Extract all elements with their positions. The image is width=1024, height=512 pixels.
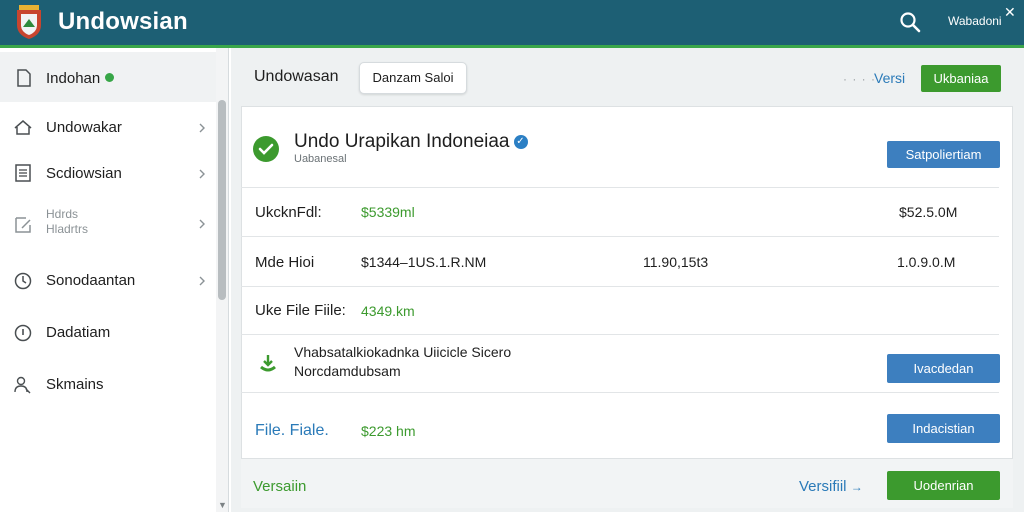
- file-label: File. Fiale.: [255, 422, 329, 439]
- chevron-right-icon: [199, 123, 205, 133]
- check-circle-icon: [253, 136, 279, 162]
- sidebar-item-scdiowsian[interactable]: Scdiowsian: [0, 152, 216, 198]
- sidebar-item-label: Undowakar: [46, 119, 122, 136]
- card-action-button[interactable]: Satpoliertiam: [887, 141, 1000, 168]
- scroll-down-icon[interactable]: ▼: [218, 500, 227, 510]
- footer-primary-button[interactable]: Uodenrian: [887, 471, 1000, 500]
- app-header: Undowsian Wabadoni ✕: [0, 0, 1024, 47]
- file-action-button[interactable]: Indacistian: [887, 414, 1000, 443]
- upload-icon: [260, 355, 276, 372]
- upload-subtitle: Norcdamdubsam: [294, 363, 401, 379]
- upload-title: Vhabsatalkiokadnka Uiicicle Sicero: [294, 344, 512, 360]
- sidebar-item-dadatiam[interactable]: Dadatiam: [0, 310, 216, 360]
- sidebar: Indohan Undowakar Scdiowsian Hdrds Hladr…: [0, 48, 229, 512]
- home-icon: [14, 120, 32, 135]
- row-divider: [241, 334, 999, 335]
- sidebar-item-label: Hdrds: [46, 207, 79, 221]
- sidebar-item-label: Dadatiam: [46, 324, 111, 341]
- chevron-right-icon: [199, 169, 205, 179]
- row-value-mid: 11.90,15t3: [643, 254, 709, 270]
- versi-link[interactable]: Versi: [874, 70, 905, 86]
- row-divider: [241, 187, 999, 188]
- close-icon[interactable]: ✕: [1004, 4, 1016, 21]
- row-value-right: 1.0.9.0.M: [897, 254, 956, 270]
- sidebar-item-label: Scdiowsian: [46, 165, 122, 182]
- card-subtitle: Uabanesal: [294, 153, 347, 165]
- sidebar-scroll-thumb[interactable]: [218, 100, 226, 300]
- search-icon[interactable]: [898, 10, 924, 36]
- row-value: 4349.km: [361, 303, 415, 319]
- toolbar-separator-dots: · · · ·: [843, 72, 876, 86]
- info-icon: [14, 324, 32, 342]
- file-value: $223 hm: [361, 423, 416, 439]
- row-label: Uke File Fiile:: [255, 302, 346, 319]
- toolbar-title: Undowasan: [254, 68, 339, 85]
- chevron-right-icon: [199, 219, 205, 229]
- sidebar-item-undowakar[interactable]: Undowakar: [0, 102, 216, 152]
- row-divider: [241, 392, 999, 393]
- card-title-text: Undo Urapikan Indoneiaa: [294, 131, 510, 152]
- sidebar-item-hdrds[interactable]: Hdrds Hladrtrs: [0, 198, 216, 252]
- tab-danzam-saloi[interactable]: Danzam Saloi: [359, 62, 467, 94]
- sidebar-item-label: Indohan: [46, 70, 101, 87]
- logo-icon: [17, 5, 41, 39]
- row-value: $1344–1US.1.R.NM: [361, 254, 487, 270]
- footer-link-label: Versifiil: [799, 478, 847, 495]
- toolbar-primary-button[interactable]: Ukbaniaa: [921, 65, 1001, 92]
- sidebar-item-sublabel: Hladrtrs: [46, 222, 89, 236]
- row-value: $5339ml: [361, 204, 415, 220]
- list-icon: [15, 164, 31, 182]
- clock-icon: [14, 272, 32, 290]
- main-panel: Undowasan Danzam Saloi · · · · Versi Ukb…: [231, 48, 1024, 512]
- row-divider: [241, 286, 999, 287]
- document-icon: [17, 69, 31, 87]
- chevron-right-icon: [199, 276, 205, 286]
- sidebar-item-skmains[interactable]: Skmains: [0, 362, 216, 412]
- row-label: UkcknFdl:: [255, 204, 322, 221]
- verified-badge-icon: ✓: [513, 135, 528, 149]
- row-divider: [241, 236, 999, 237]
- app-title: Undowsian: [58, 8, 188, 35]
- row-label: Mde Hioi: [255, 254, 315, 271]
- user-name[interactable]: Wabadoni: [948, 14, 1002, 28]
- edit-icon: [15, 217, 31, 233]
- sidebar-item-label: Sonodaantan: [46, 272, 136, 289]
- users-icon: [14, 376, 31, 394]
- card-title: Undo Urapikan Indoneiaa ✓: [294, 131, 528, 153]
- online-status-dot: [105, 73, 115, 82]
- sidebar-item-indohan[interactable]: Indohan: [0, 52, 216, 102]
- arrow-right-icon: →: [850, 480, 863, 494]
- sidebar-item-sonodaantan[interactable]: Sonodaantan: [0, 258, 216, 308]
- row-value-right: $52.5.0M: [899, 204, 958, 220]
- sidebar-item-label: Skmains: [46, 376, 104, 393]
- upload-action-button[interactable]: Ivacdedan: [887, 354, 1000, 383]
- footer-version-label: Versaiin: [253, 478, 307, 495]
- footer-versifiil-link[interactable]: Versifiil →: [799, 478, 863, 495]
